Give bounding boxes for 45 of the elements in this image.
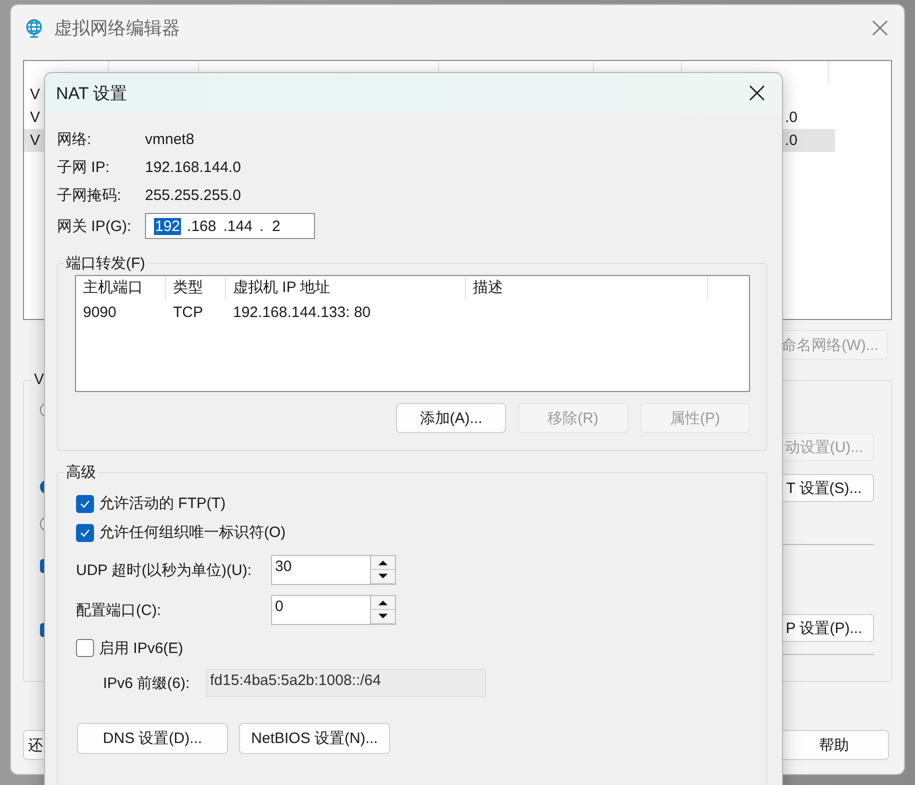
settings-button[interactable]: DNS 设置(D)... (77, 723, 228, 754)
spin-up-icon[interactable] (371, 556, 395, 570)
number-field[interactable]: 0 (271, 595, 396, 625)
globe-icon (24, 18, 44, 38)
spin-down-icon[interactable] (371, 610, 395, 624)
number-field[interactable]: 30 (271, 555, 396, 585)
table-cell-text: V (29, 109, 40, 126)
checkmark-icon (80, 500, 90, 508)
spin-up-icon[interactable] (371, 596, 395, 610)
checkbox[interactable] (76, 494, 94, 512)
checkbox[interactable] (76, 639, 94, 657)
field-label: 网关 IP(G): (57, 216, 132, 236)
checkmark-icon (80, 528, 90, 536)
column-header[interactable]: 虚拟机 IP 地址 (226, 276, 466, 300)
gateway-ip-field[interactable]: 192 .168 .144 . 2 (145, 213, 315, 239)
port-action-button[interactable]: 添加(A)... (396, 403, 506, 433)
table-cell-text: TCP (172, 304, 204, 320)
table-cell: .0 (785, 132, 798, 149)
checkbox-label: 允许活动的 FTP(T) (99, 494, 226, 513)
field-value: 192.168.144.0 (145, 158, 241, 176)
field-label: 子网 IP: (57, 158, 111, 176)
checkbox-label: 允许任何组织唯一标识符(O) (99, 523, 286, 542)
table-cell-text: 9090 (82, 304, 118, 320)
group-label: 端口转发(F) (64, 254, 148, 273)
checkbox-label: 启用 IPv6(E) (99, 638, 184, 658)
spin-down-icon[interactable] (371, 570, 395, 584)
column-header[interactable]: 类型 (166, 276, 226, 300)
column-header[interactable]: 描述 (466, 276, 708, 300)
field-value: vmnet8 (145, 130, 194, 148)
checkbox[interactable] (76, 524, 94, 542)
field-label: 网络: (57, 130, 92, 148)
table-cell-text: 192.168.144.133: 80 (232, 304, 372, 320)
field-label: 子网掩码: (57, 186, 122, 204)
settings-button[interactable]: NetBIOS 设置(N)... (239, 723, 390, 754)
column-header[interactable]: 主机端口 (76, 276, 166, 300)
field-value: 255.255.255.0 (145, 186, 241, 204)
group-label: 高级 (64, 463, 98, 482)
close-icon[interactable] (749, 85, 765, 101)
field-label: IPv6 前缀(6): (103, 674, 191, 692)
table-cell: .0 (785, 109, 798, 126)
field-label: UDP 超时(以秒为单位)(U): (76, 560, 253, 580)
field-label: 配置端口(C): (76, 600, 162, 620)
window-title: 虚拟网络编辑器 (54, 17, 181, 40)
table-cell-text: V (29, 132, 40, 149)
dialog-title: NAT 设置 (56, 82, 128, 104)
